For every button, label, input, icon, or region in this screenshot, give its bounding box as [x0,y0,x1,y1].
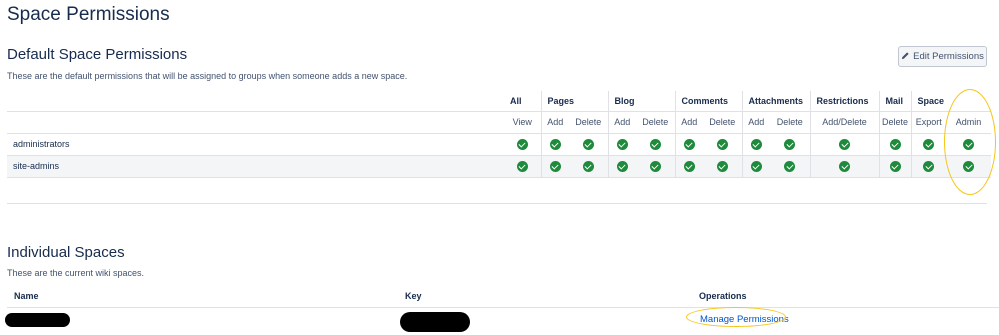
group-header: Mail [878,91,911,111]
redacted-space-key [400,312,470,332]
permission-cell [540,132,569,155]
group-header: Comments [674,91,742,111]
group-header: Space [910,91,946,111]
check-circle-icon [516,160,528,172]
admin-column-highlight [944,89,996,195]
column-header-key: Key [405,291,422,301]
check-circle-icon [889,138,901,150]
check-circle-icon [683,160,695,172]
permission-cell [878,154,911,178]
permission-cell [809,154,879,178]
column-header-spacer [7,110,504,133]
permission-cell [674,132,703,155]
permission-cell [910,154,946,178]
check-circle-icon [582,138,594,150]
group-header: Blog [607,91,675,111]
permission-cell [703,132,742,155]
check-circle-icon [889,160,901,172]
check-circle-icon [616,160,628,172]
check-circle-icon [616,138,628,150]
redacted-space-name [5,313,70,327]
permission-cell [607,132,636,155]
check-circle-icon [716,160,728,172]
check-circle-icon [784,138,796,150]
table-row: site-admins [7,154,991,178]
individual-spaces-description: These are the current wiki spaces. [7,268,145,278]
permission-cell [741,132,770,155]
group-header: Pages [540,91,608,111]
column-header: Add [674,110,703,133]
column-header: Delete [770,110,810,133]
individual-spaces-title: Individual Spaces [7,244,125,261]
permission-cell [569,154,608,178]
permission-cell [741,154,770,178]
default-permissions-table: All Pages Blog Comments Attachments Restricti… [7,91,991,178]
default-permissions-title: Default Space Permissions [7,46,188,63]
pencil-icon [901,51,910,63]
column-header: Add [741,110,770,133]
check-circle-icon [683,138,695,150]
column-header: Add [607,110,636,133]
permission-cell [770,154,810,178]
column-header: Add/Delete [809,110,879,133]
check-circle-icon [516,138,528,150]
column-header: Add [540,110,569,133]
manage-permissions-highlight [686,307,786,327]
check-circle-icon [784,160,796,172]
permission-cell [674,154,703,178]
group-header: All [510,95,522,106]
permission-cell [878,132,911,155]
permission-cell [910,132,946,155]
column-header-name: Name [14,291,39,301]
permission-cell [607,154,636,178]
group-header: Attachments [741,91,810,111]
group-header: Restrictions [809,91,879,111]
section-divider [7,203,987,204]
table-row: administrators [7,132,991,155]
check-circle-icon [649,138,661,150]
column-header: Delete [569,110,608,133]
permission-cell [569,132,608,155]
page-title: Space Permissions [7,4,170,25]
column-header: Delete [636,110,675,133]
column-header: Delete [703,110,742,133]
permission-cell [504,154,541,178]
check-circle-icon [582,160,594,172]
group-name: site-admins [7,154,504,178]
edit-permissions-label: Edit Permissions [913,51,984,62]
check-circle-icon [839,160,850,172]
check-circle-icon [716,138,728,150]
column-header: Export [910,110,946,133]
default-permissions-description: These are the default permissions that w… [7,71,408,81]
column-header: View [504,110,541,133]
group-header-spacer [7,91,504,111]
column-header: Delete [878,110,911,133]
check-circle-icon [750,138,762,150]
permission-cell [636,154,675,178]
group-name: administrators [7,132,504,155]
check-circle-icon [549,160,561,172]
permission-cell [636,132,675,155]
permission-cell [504,132,541,155]
permission-cell [770,132,810,155]
check-circle-icon [839,138,850,150]
edit-permissions-button[interactable]: Edit Permissions [898,46,987,67]
permission-cell [809,132,879,155]
check-circle-icon [649,160,661,172]
check-circle-icon [923,138,935,150]
check-circle-icon [750,160,762,172]
permission-cell [540,154,569,178]
permission-cell [703,154,742,178]
check-circle-icon [549,138,561,150]
check-circle-icon [923,160,935,172]
header-underline [7,307,999,308]
column-header-operations: Operations [699,291,747,301]
